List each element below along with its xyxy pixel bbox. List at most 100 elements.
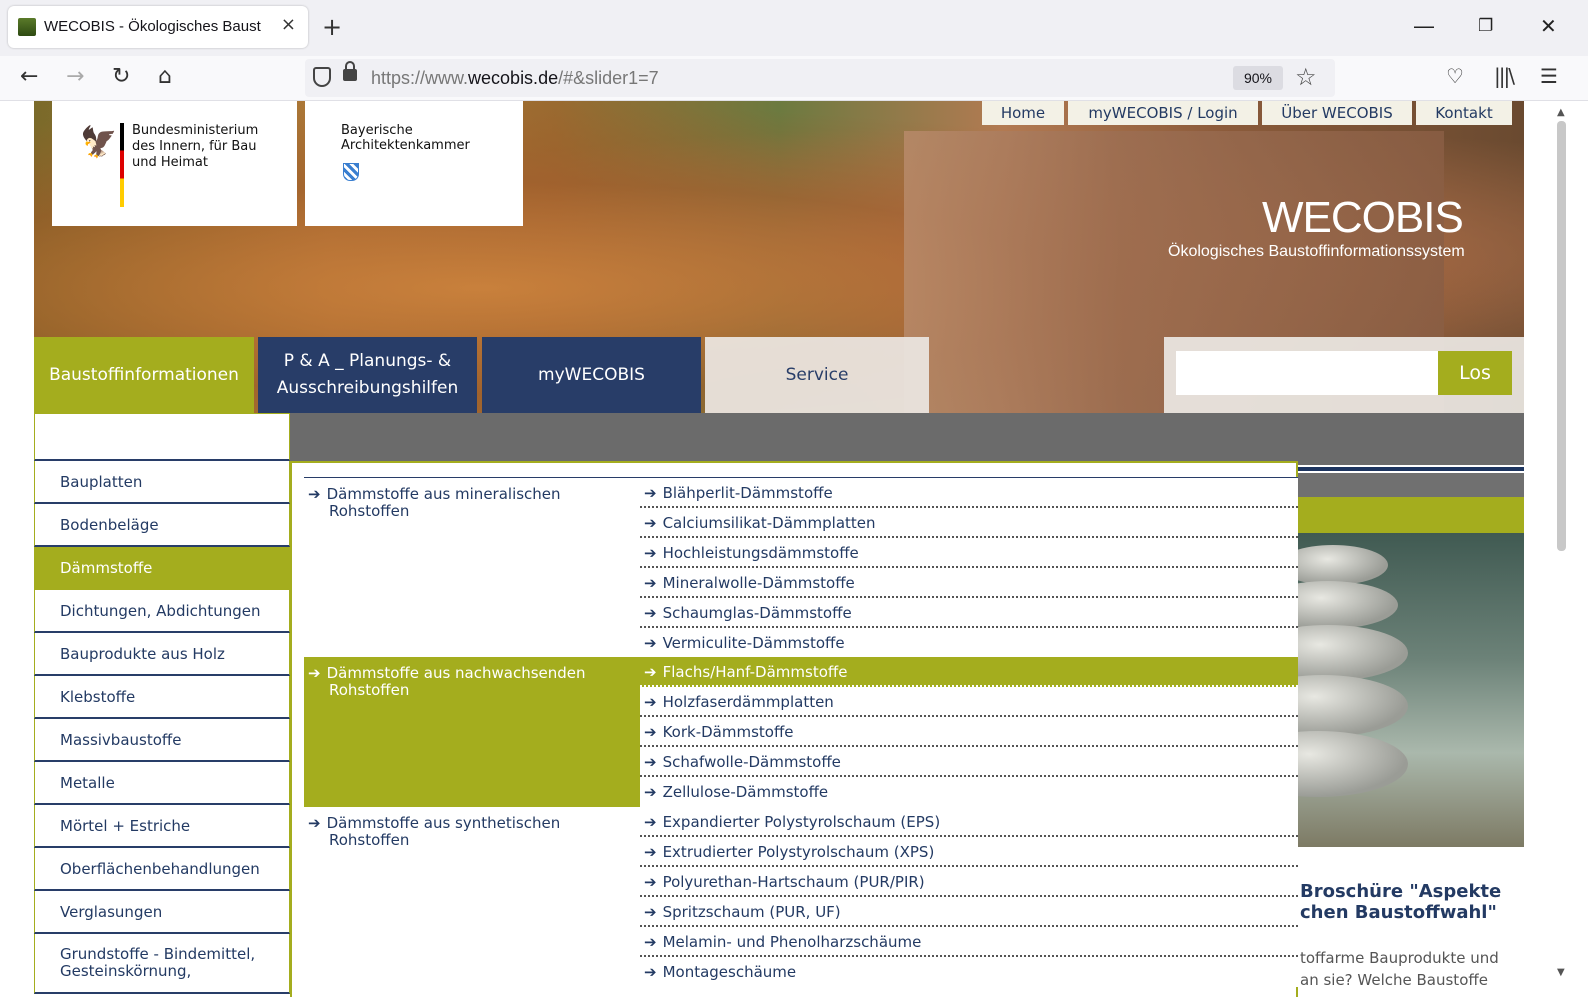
stone-shape bbox=[1298, 545, 1388, 585]
sidebar-item-dichtungen[interactable]: Dichtungen, Abdichtungen bbox=[34, 590, 290, 633]
menu-link[interactable]: ➔ Calciumsilikat-Dämmplatten bbox=[640, 508, 1298, 538]
menu-link[interactable]: ➔ Expandierter Polystyrolschaum (EPS) bbox=[640, 807, 1298, 837]
mega-menu: ➔ Dämmstoffe aus mineralischen Rohstoffen … bbox=[290, 461, 1298, 997]
sidebar-item-massivbaustoffe[interactable]: Massivbaustoffe bbox=[34, 719, 290, 762]
menu-link[interactable]: ➔ Vermiculite-Dämmstoffe bbox=[640, 628, 1298, 658]
back-arrow-icon[interactable]: ← bbox=[20, 64, 38, 89]
menu-link[interactable]: ➔ Extrudierter Polystyrolschaum (XPS) bbox=[640, 837, 1298, 867]
menu-link[interactable]: ➔ Hochleistungsdämmstoffe bbox=[640, 538, 1298, 568]
lock-icon[interactable] bbox=[343, 61, 357, 81]
search-button[interactable]: Los bbox=[1438, 351, 1512, 395]
bookmark-star-icon[interactable]: ☆ bbox=[1295, 63, 1317, 91]
sidebar-item-moertel[interactable]: Mörtel + Estriche bbox=[34, 805, 290, 848]
close-window-icon[interactable]: ✕ bbox=[1540, 14, 1557, 38]
topnav-contact[interactable]: Kontakt bbox=[1416, 101, 1512, 125]
tab-close-icon[interactable]: × bbox=[281, 14, 296, 35]
category-sidebar: Bauplatten Bodenbeläge Dämmstoffe Dichtu… bbox=[34, 413, 291, 997]
minimize-icon[interactable]: ― bbox=[1414, 14, 1434, 38]
menu-link[interactable]: ➔ Montageschäume bbox=[640, 957, 1298, 987]
stone-shape bbox=[1298, 731, 1408, 797]
topnav-login[interactable]: myWECOBIS / Login bbox=[1068, 101, 1258, 125]
search-area: Los bbox=[1164, 337, 1524, 413]
scroll-thumb[interactable] bbox=[1557, 121, 1566, 551]
menu-link[interactable]: ➔ Zellulose-Dämmstoffe bbox=[640, 777, 1298, 807]
teaser-panel: Broschüre "Aspekte chen Baustoffwahl" tof… bbox=[1298, 465, 1524, 997]
stones-image[interactable] bbox=[1298, 533, 1524, 847]
restore-icon[interactable]: ❐ bbox=[1478, 16, 1493, 36]
stone-shape bbox=[1298, 625, 1408, 681]
browser-tab[interactable]: WECOBIS - Ökologisches Baust × bbox=[8, 6, 308, 48]
menu-category[interactable]: ➔ Dämmstoffe aus mineralischen Rohstoffen bbox=[304, 478, 638, 520]
pocket-icon[interactable]: ♡ bbox=[1446, 64, 1464, 88]
tab-title: WECOBIS - Ökologisches Baust bbox=[44, 18, 261, 35]
content-header-bar bbox=[290, 413, 1524, 465]
reload-icon[interactable]: ↻ bbox=[112, 64, 130, 89]
bayern-logo[interactable]: Bayerische Architektenkammer bbox=[305, 101, 523, 226]
teaser-divider bbox=[1298, 467, 1524, 471]
browser-tab-bar: WECOBIS - Ökologisches Baust × + ― ❐ ✕ bbox=[0, 0, 1588, 56]
page-scrollbar[interactable]: ▲ ▼ bbox=[1554, 101, 1568, 997]
menu-link[interactable]: ➔ Melamin- und Phenolharzschäume bbox=[640, 927, 1298, 957]
favicon-icon bbox=[18, 18, 36, 36]
menu-link[interactable]: ➔ Schaumglas-Dämmstoffe bbox=[640, 598, 1298, 628]
menu-section-synthetisch: ➔ Dämmstoffe aus synthetischen Rohstoffen … bbox=[304, 807, 1298, 997]
url-bar[interactable]: https://www.wecobis.de/#&slider1=7 90% ☆ bbox=[305, 59, 1335, 97]
zoom-level[interactable]: 90% bbox=[1233, 66, 1283, 90]
menu-link-active[interactable]: ➔ Flachs/Hanf-Dämmstoffe bbox=[640, 657, 1298, 687]
nav-planungshilfen[interactable]: P & A _ Planungs- & Ausschreibungshilfen bbox=[258, 337, 477, 413]
eagle-icon: 🦅 bbox=[80, 125, 118, 160]
german-flag-stripe bbox=[120, 123, 124, 207]
stone-shape bbox=[1298, 581, 1398, 629]
menu-link[interactable]: ➔ Spritzschaum (PUR, UF) bbox=[640, 897, 1298, 927]
menu-category[interactable]: ➔ Dämmstoffe aus synthetischen Rohstoffen bbox=[304, 807, 638, 849]
teaser-text: toffarme Bauprodukte und an sie? Welche B… bbox=[1300, 949, 1499, 989]
sidebar-header bbox=[34, 413, 290, 461]
sidebar-item-verglasungen[interactable]: Verglasungen bbox=[34, 891, 290, 934]
brand-subtitle: Ökologisches Baustoffinformationssystem bbox=[1168, 243, 1465, 260]
bayern-logo-text: Bayerische Architektenkammer bbox=[341, 123, 470, 153]
scroll-up-icon[interactable]: ▲ bbox=[1557, 107, 1565, 118]
menu-link[interactable]: ➔ Polyurethan-Hartschaum (PUR/PIR) bbox=[640, 867, 1298, 897]
sidebar-item-daemmstoffe[interactable]: Dämmstoffe bbox=[34, 547, 290, 590]
bund-logo-text: Bundesministerium des Innern, für Bau un… bbox=[132, 123, 259, 170]
forward-arrow-icon[interactable]: → bbox=[66, 64, 84, 89]
bavarian-crest-icon bbox=[343, 163, 359, 181]
sidebar-item-oberflaechen[interactable]: Oberflächenbehandlungen bbox=[34, 848, 290, 891]
topnav-home[interactable]: Home bbox=[982, 101, 1064, 125]
website: 🦅 Bundesministerium des Innern, für Bau … bbox=[0, 101, 1588, 997]
shield-icon[interactable] bbox=[313, 67, 331, 87]
menu-link[interactable]: ➔ Holzfaserdämmplatten bbox=[640, 687, 1298, 717]
sidebar-item-holz[interactable]: Bauprodukte aus Holz bbox=[34, 633, 290, 676]
topnav-about[interactable]: Über WECOBIS bbox=[1262, 101, 1412, 125]
stone-shape bbox=[1298, 675, 1408, 737]
search-input[interactable] bbox=[1176, 351, 1438, 395]
library-icon[interactable]: |||\ bbox=[1494, 64, 1515, 88]
teaser-bar bbox=[1298, 473, 1524, 497]
nav-mywecobis[interactable]: myWECOBIS bbox=[482, 337, 701, 413]
teaser-accent-bar bbox=[1298, 497, 1524, 533]
sidebar-item-metalle[interactable]: Metalle bbox=[34, 762, 290, 805]
menu-link[interactable]: ➔ Mineralwolle-Dämmstoffe bbox=[640, 568, 1298, 598]
url-text[interactable]: https://www.wecobis.de/#&slider1=7 bbox=[371, 68, 659, 89]
nav-pa-line2: Ausschreibungshilfen bbox=[276, 378, 459, 398]
new-tab-icon[interactable]: + bbox=[322, 13, 342, 41]
menu-link[interactable]: ➔ Schafwolle-Dämmstoffe bbox=[640, 747, 1298, 777]
menu-icon[interactable]: ☰ bbox=[1540, 64, 1558, 88]
wecobis-logo[interactable]: WECOBIS bbox=[1262, 193, 1464, 243]
sidebar-item-klebstoffe[interactable]: Klebstoffe bbox=[34, 676, 290, 719]
menu-link[interactable]: ➔ Kork-Dämmstoffe bbox=[640, 717, 1298, 747]
nav-service[interactable]: Service bbox=[705, 337, 929, 413]
browser-nav-bar: ← → ↻ ⌂ https://www.wecobis.de/#&slider1… bbox=[0, 56, 1588, 101]
sidebar-item-bodenbelaege[interactable]: Bodenbeläge bbox=[34, 504, 290, 547]
menu-category[interactable]: ➔ Dämmstoffe aus nachwachsenden Rohstoffen bbox=[304, 657, 638, 699]
menu-section-nachwachsend: ➔ Dämmstoffe aus nachwachsenden Rohstoffen… bbox=[304, 657, 1298, 807]
bund-logo[interactable]: 🦅 Bundesministerium des Innern, für Bau … bbox=[52, 101, 297, 226]
scroll-down-icon[interactable]: ▼ bbox=[1557, 967, 1565, 978]
teaser-title[interactable]: Broschüre "Aspekte chen Baustoffwahl" bbox=[1300, 881, 1501, 923]
nav-baustoffinformationen[interactable]: Baustoffinformationen bbox=[34, 337, 254, 413]
menu-link[interactable]: ➔ Blähperlit-Dämmstoffe bbox=[640, 478, 1298, 508]
menu-section-mineralisch: ➔ Dämmstoffe aus mineralischen Rohstoffen … bbox=[304, 477, 1298, 658]
sidebar-item-bauplatten[interactable]: Bauplatten bbox=[34, 461, 290, 504]
sidebar-item-grundstoffe[interactable]: Grundstoffe - Bindemittel, Gesteinskörnun… bbox=[34, 934, 290, 994]
home-icon[interactable]: ⌂ bbox=[158, 64, 172, 89]
